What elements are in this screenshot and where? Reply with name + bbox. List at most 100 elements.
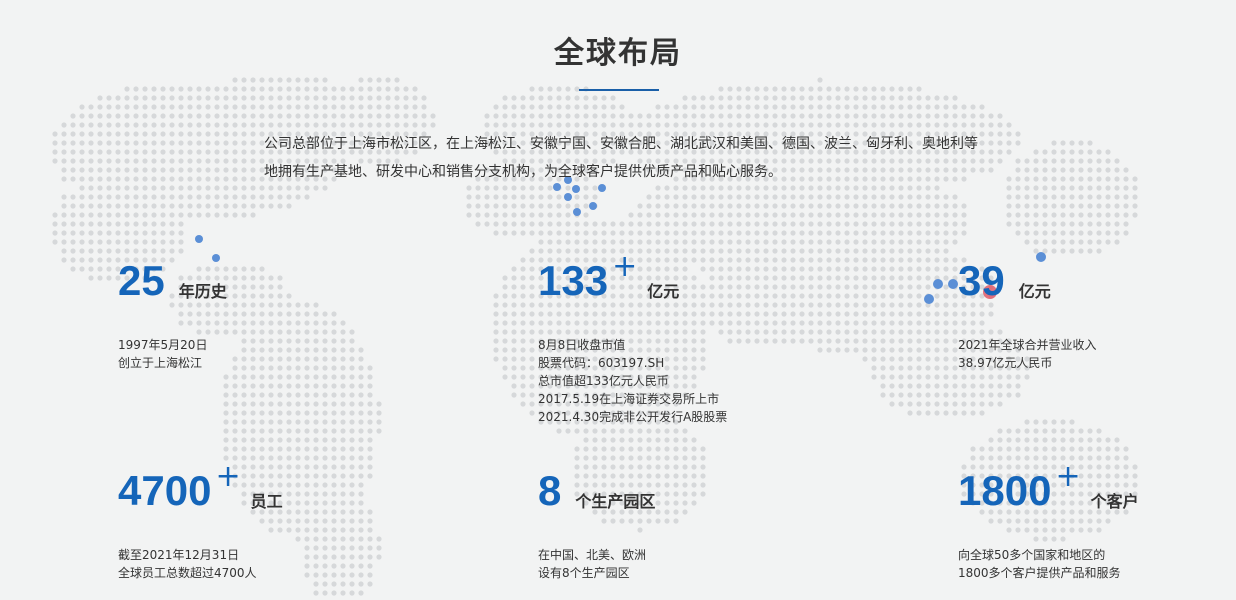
map-dot bbox=[529, 284, 535, 290]
map-dot bbox=[1105, 176, 1111, 182]
map-dot bbox=[835, 347, 841, 353]
map-dot bbox=[277, 104, 283, 110]
map-dot bbox=[538, 212, 544, 218]
map-dot bbox=[997, 131, 1003, 137]
map-dot bbox=[1042, 185, 1048, 191]
map-dot bbox=[259, 293, 265, 299]
map-dot bbox=[898, 275, 904, 281]
map-dot bbox=[304, 383, 310, 389]
map-dot bbox=[412, 86, 418, 92]
map-dot bbox=[52, 230, 58, 236]
map-dot bbox=[1069, 437, 1075, 443]
map-dot bbox=[232, 320, 238, 326]
map-dot bbox=[295, 329, 301, 335]
map-dot bbox=[529, 356, 535, 362]
map-dot bbox=[259, 104, 265, 110]
map-dot bbox=[736, 86, 742, 92]
map-dot bbox=[628, 113, 634, 119]
map-dot bbox=[232, 113, 238, 119]
map-dot bbox=[826, 284, 832, 290]
map-dot bbox=[520, 194, 526, 200]
map-dot bbox=[232, 329, 238, 335]
map-dot bbox=[259, 374, 265, 380]
map-dot bbox=[862, 104, 868, 110]
map-dot bbox=[304, 338, 310, 344]
map-dot bbox=[529, 383, 535, 389]
map-dot bbox=[1087, 194, 1093, 200]
map-dot bbox=[1024, 212, 1030, 218]
map-dot bbox=[754, 122, 760, 128]
map-dot bbox=[682, 239, 688, 245]
map-dot bbox=[574, 203, 580, 209]
map-dot bbox=[340, 122, 346, 128]
map-dot bbox=[925, 185, 931, 191]
map-dot bbox=[934, 113, 940, 119]
map-dot bbox=[592, 230, 598, 236]
map-dot bbox=[853, 266, 859, 272]
map-dot bbox=[565, 86, 571, 92]
map-dot bbox=[232, 293, 238, 299]
map-dot bbox=[295, 194, 301, 200]
location-marker bbox=[924, 294, 934, 304]
map-dot bbox=[997, 428, 1003, 434]
map-dot bbox=[52, 149, 58, 155]
map-dot bbox=[1033, 185, 1039, 191]
map-dot bbox=[889, 194, 895, 200]
map-dot bbox=[340, 410, 346, 416]
map-dot bbox=[232, 302, 238, 308]
map-dot bbox=[898, 401, 904, 407]
map-dot bbox=[187, 122, 193, 128]
map-dot bbox=[817, 194, 823, 200]
map-dot bbox=[889, 104, 895, 110]
map-dot bbox=[691, 464, 697, 470]
map-dot bbox=[304, 302, 310, 308]
map-dot bbox=[313, 77, 319, 83]
map-dot bbox=[772, 104, 778, 110]
intro-paragraph: 公司总部位于上海市松江区，在上海松江、安徽宁国、安徽合肥、湖北武汉和美国、德国、… bbox=[264, 136, 978, 180]
map-dot bbox=[691, 248, 697, 254]
map-dot bbox=[106, 194, 112, 200]
map-dot bbox=[340, 392, 346, 398]
map-dot bbox=[898, 320, 904, 326]
map-dot bbox=[1015, 446, 1021, 452]
map-dot bbox=[853, 86, 859, 92]
map-dot bbox=[601, 239, 607, 245]
map-dot bbox=[538, 185, 544, 191]
map-dot bbox=[547, 230, 553, 236]
map-dot bbox=[790, 293, 796, 299]
map-dot bbox=[529, 365, 535, 371]
map-dot bbox=[880, 248, 886, 254]
map-dot bbox=[493, 293, 499, 299]
map-dot bbox=[601, 122, 607, 128]
map-dot bbox=[898, 104, 904, 110]
map-dot bbox=[1060, 149, 1066, 155]
map-dot bbox=[898, 221, 904, 227]
map-dot bbox=[178, 203, 184, 209]
map-dot bbox=[763, 266, 769, 272]
desc-line: 8月8日收盘市值 bbox=[538, 338, 626, 352]
map-dot bbox=[358, 464, 364, 470]
map-dot bbox=[799, 203, 805, 209]
map-dot bbox=[925, 374, 931, 380]
map-dot bbox=[520, 203, 526, 209]
map-dot bbox=[691, 113, 697, 119]
map-dot bbox=[520, 104, 526, 110]
map-dot bbox=[844, 239, 850, 245]
map-dot bbox=[232, 167, 238, 173]
map-dot bbox=[502, 293, 508, 299]
map-dot bbox=[169, 104, 175, 110]
map-dot bbox=[1060, 194, 1066, 200]
map-dot bbox=[268, 410, 274, 416]
map-dot bbox=[619, 113, 625, 119]
map-dot bbox=[367, 527, 373, 533]
map-dot bbox=[1105, 230, 1111, 236]
map-dot bbox=[1096, 437, 1102, 443]
map-dot bbox=[421, 122, 427, 128]
map-dot bbox=[349, 329, 355, 335]
map-dot bbox=[700, 446, 706, 452]
map-dot bbox=[331, 95, 337, 101]
map-dot bbox=[1024, 239, 1030, 245]
map-dot bbox=[250, 203, 256, 209]
map-dot bbox=[232, 86, 238, 92]
map-dot bbox=[304, 455, 310, 461]
